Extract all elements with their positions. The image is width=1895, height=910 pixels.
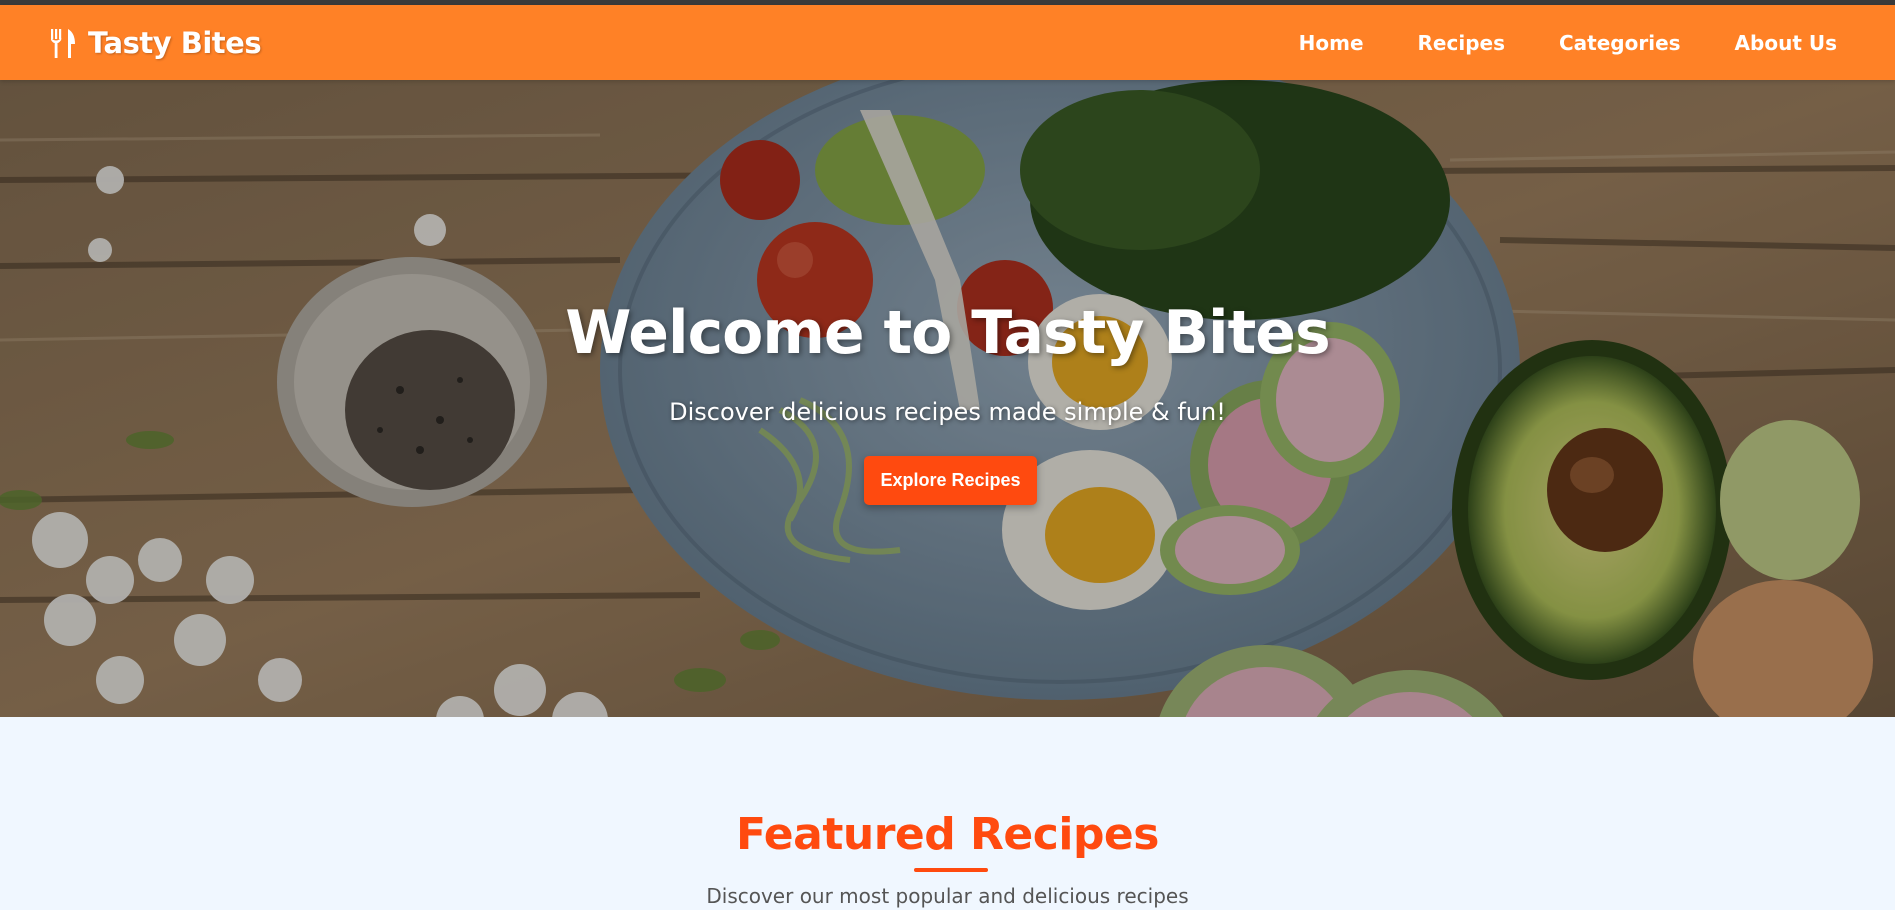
featured-recipes-section: Featured Recipes Discover our most popul…	[0, 717, 1895, 910]
featured-title: Featured Recipes	[736, 809, 1159, 860]
hero-section: Welcome to Tasty Bites Discover deliciou…	[0, 80, 1895, 717]
nav-link-home[interactable]: Home	[1299, 31, 1364, 55]
explore-recipes-button[interactable]: Explore Recipes	[864, 456, 1037, 505]
utensils-icon	[48, 26, 80, 60]
nav-links: Home Recipes Categories About Us	[1245, 31, 1837, 55]
title-underline	[914, 868, 988, 872]
navbar: Tasty Bites Home Recipes Categories Abou…	[0, 5, 1895, 80]
featured-subtitle: Discover our most popular and delicious …	[706, 884, 1189, 908]
brand-logo[interactable]: Tasty Bites	[48, 25, 262, 60]
nav-link-recipes[interactable]: Recipes	[1418, 31, 1505, 55]
nav-link-about-us[interactable]: About Us	[1735, 31, 1837, 55]
hero-title: Welcome to Tasty Bites	[565, 298, 1330, 368]
hero-subtitle: Discover delicious recipes made simple &…	[669, 398, 1226, 426]
brand-name: Tasty Bites	[88, 25, 262, 60]
nav-link-categories[interactable]: Categories	[1559, 31, 1681, 55]
